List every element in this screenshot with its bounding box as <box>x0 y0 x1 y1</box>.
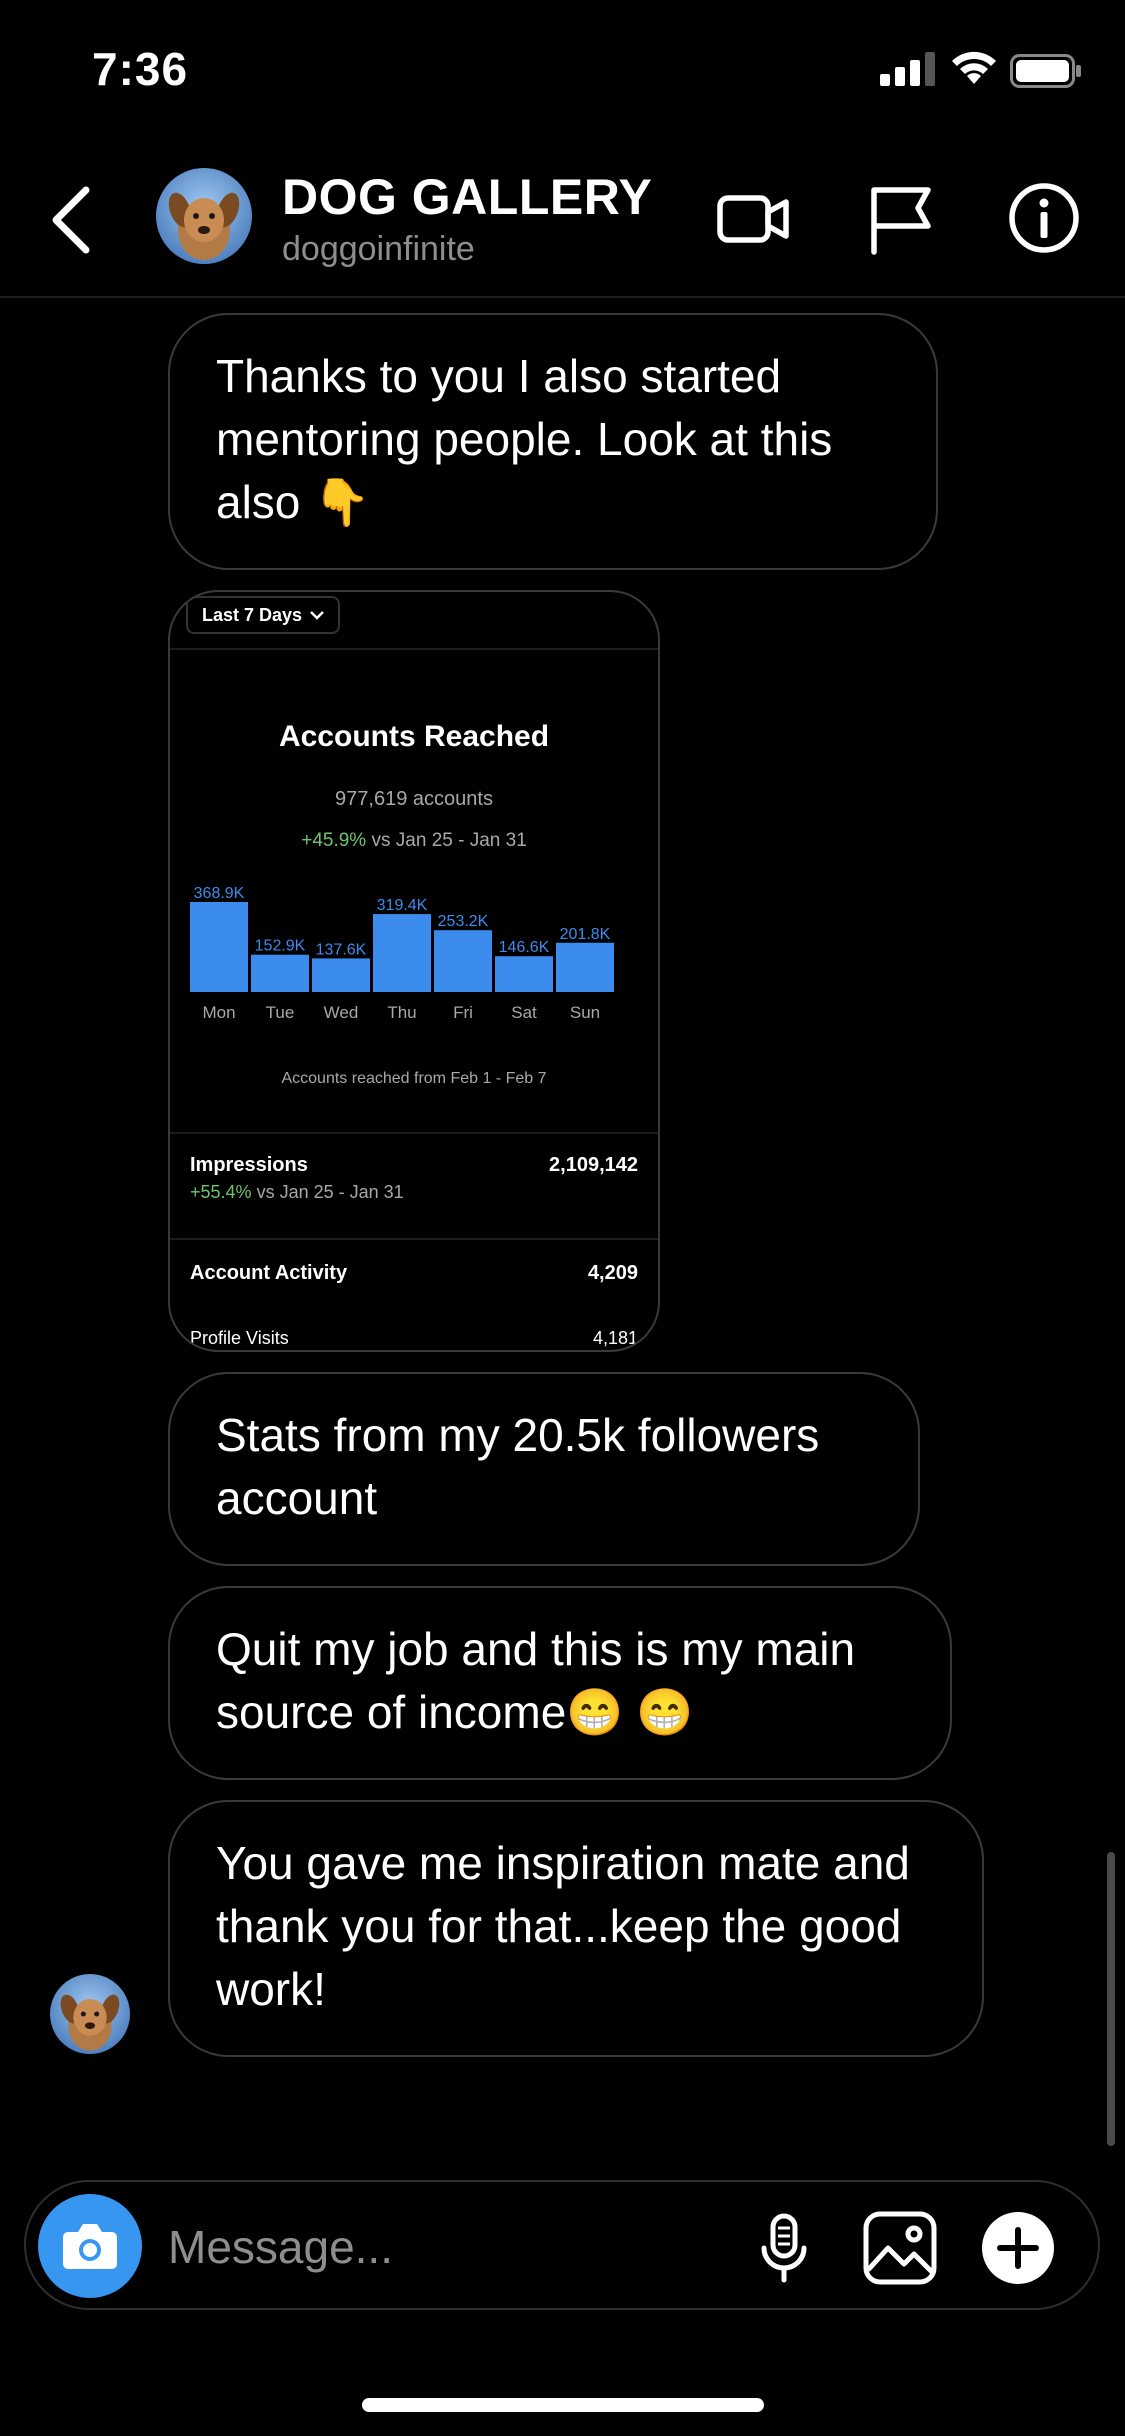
account-activity-label: Account Activity <box>190 1262 348 1284</box>
message-bubble[interactable]: Thanks to you I also started mentoring p… <box>168 313 938 570</box>
chart-tick-label: Sun <box>570 1003 600 1022</box>
chart-tick-label: Fri <box>453 1003 473 1022</box>
chart-bar-sat <box>495 956 553 992</box>
chart-footnote: Accounts reached from Feb 1 - Feb 7 <box>281 1070 547 1087</box>
chart-bar-sun <box>556 942 614 992</box>
chart-tick-label: Thu <box>387 1003 416 1022</box>
message-composer <box>24 2180 1100 2310</box>
chart-data-label: 319.4K <box>377 897 428 914</box>
chart-bar-tue <box>251 954 309 992</box>
flag-icon[interactable] <box>862 178 942 258</box>
chart-data-label: 368.9K <box>194 885 245 902</box>
chart-tick-label: Sat <box>511 1003 537 1022</box>
delta-value: +45.9% <box>301 830 367 851</box>
impressions-delta-value: +55.4% <box>190 1182 252 1202</box>
chart-data-label: 137.6K <box>316 941 367 958</box>
chevron-down-icon <box>310 611 324 620</box>
chart-subtitle: 977,619 accounts <box>335 788 493 810</box>
message-bubble[interactable]: You gave me inspiration mate and thank y… <box>168 1800 984 2057</box>
microphone-icon[interactable] <box>742 2206 826 2290</box>
chart-tick-label: Mon <box>202 1003 235 1022</box>
wifi-icon <box>952 51 996 84</box>
chart-data-label: 152.9K <box>255 938 306 955</box>
divider <box>170 648 658 650</box>
chart-title: Accounts Reached <box>278 720 550 753</box>
chevron-left-icon[interactable] <box>42 180 102 260</box>
info-icon[interactable] <box>1004 178 1084 258</box>
chat-header: DOG GALLERY doggoinfinite <box>0 140 1125 298</box>
scrollbar[interactable] <box>1107 1852 1115 2146</box>
username-label: doggoinfinite <box>282 230 475 268</box>
cellular-signal-icon <box>880 52 935 86</box>
avatar[interactable] <box>50 1974 130 2054</box>
profile-visits-label: Profile Visits <box>190 1328 289 1348</box>
chart-bar-mon <box>190 902 248 992</box>
chart-bar-fri <box>434 930 492 992</box>
range-selector: Last 7 Days <box>186 596 341 634</box>
video-camera-icon[interactable] <box>714 178 794 258</box>
home-indicator[interactable] <box>362 2398 764 2412</box>
chart-data-label: 253.2K <box>438 913 489 930</box>
avatar[interactable] <box>156 168 252 264</box>
camera-icon <box>63 2224 117 2269</box>
message-bubble[interactable]: Quit my job and this is my main source o… <box>168 1586 952 1780</box>
impressions-delta: +55.4% vs Jan 25 - Jan 31 <box>190 1182 404 1203</box>
shared-stats-image[interactable]: Last 7 Days Accounts Reached 977,619 acc… <box>168 590 660 1352</box>
divider <box>170 1238 658 1240</box>
chart-delta: +45.9% vs Jan 25 - Jan 31 <box>170 830 658 852</box>
status-bar: 7:36 <box>0 0 1125 140</box>
battery-icon <box>1010 54 1081 88</box>
impressions-delta-range: vs Jan 25 - Jan 31 <box>256 1182 404 1202</box>
divider <box>170 1132 658 1134</box>
accounts-reached-chart: 368.9K Mon 152.9K Tue 137.6K Wed 319.4K Thu 253.… <box>190 885 614 1022</box>
impressions-value: 2,109,142 <box>549 1154 638 1176</box>
chart-tick-label: Wed <box>324 1003 359 1022</box>
chart-data-label: 146.6K <box>499 939 550 956</box>
impressions-label: Impressions <box>190 1154 308 1176</box>
range-label: Last 7 Days <box>202 605 303 625</box>
account-activity-value: 4,209 <box>587 1262 638 1284</box>
message-bubble[interactable]: Stats from my 20.5k followers account <box>168 1372 920 1566</box>
image-icon[interactable] <box>858 2206 942 2290</box>
delta-range: vs Jan 25 - Jan 31 <box>371 830 527 851</box>
chart-bar-wed <box>312 958 370 992</box>
camera-button[interactable] <box>38 2194 142 2298</box>
chart-bar-thu <box>373 914 431 992</box>
chart-data-label: 201.8K <box>560 926 611 943</box>
profile-visits-value: 4,181 <box>592 1328 638 1348</box>
chart-tick-label: Tue <box>266 1003 295 1022</box>
status-time: 7:36 <box>92 43 189 95</box>
plus-icon[interactable] <box>976 2206 1060 2290</box>
page-title[interactable]: DOG GALLERY <box>282 168 652 226</box>
message-input[interactable] <box>168 2212 728 2282</box>
